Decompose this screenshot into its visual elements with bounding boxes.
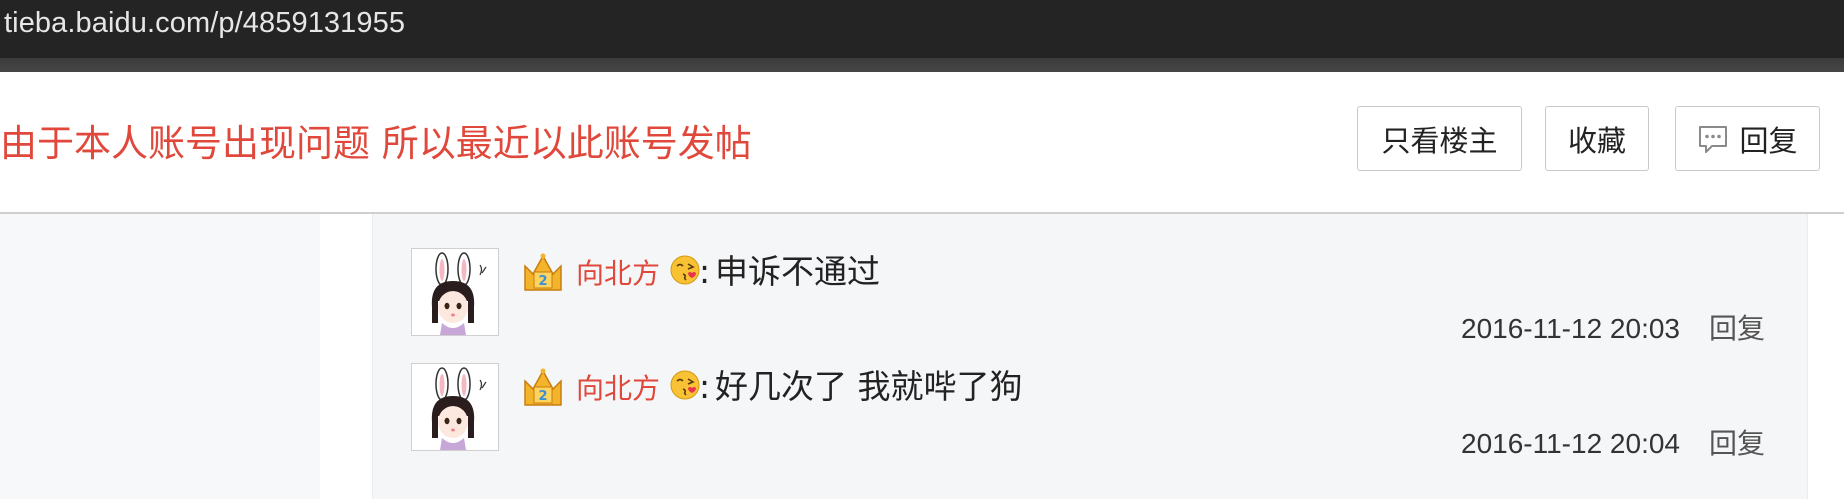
avatar[interactable] bbox=[411, 248, 499, 336]
svg-text:2: 2 bbox=[538, 389, 547, 404]
svg-text:2: 2 bbox=[538, 274, 547, 289]
bunny-girl-avatar-icon bbox=[412, 364, 498, 450]
thread-header: 由于本人账号出现问题 所以最近以此账号发帖 只看楼主 收藏 回复 bbox=[0, 72, 1844, 214]
colon-separator: : bbox=[699, 367, 711, 406]
reply-link[interactable]: 回复 bbox=[1709, 427, 1765, 461]
member-crown-badge-icon: 2 bbox=[524, 368, 562, 406]
only-op-button[interactable]: 只看楼主 bbox=[1357, 106, 1522, 171]
avatar[interactable] bbox=[411, 363, 499, 451]
comment-time: 2016-11-12 20:04 bbox=[1461, 428, 1680, 459]
comment-bubble-icon bbox=[1699, 125, 1728, 153]
bunny-girl-avatar-icon bbox=[412, 249, 498, 335]
url-text[interactable]: tieba.baidu.com/p/4859131955 bbox=[4, 7, 405, 40]
thread-title: 由于本人账号出现问题 所以最近以此账号发帖 bbox=[0, 122, 752, 165]
comment-text: 申诉不通过 bbox=[715, 252, 880, 291]
favorite-label: 收藏 bbox=[1567, 123, 1626, 158]
colon-separator: : bbox=[699, 252, 711, 291]
comment-text: 好几次了 我就哔了狗 bbox=[715, 367, 1023, 406]
member-crown-badge-icon: 2 bbox=[524, 253, 562, 291]
left-column bbox=[0, 214, 320, 499]
reply-button[interactable]: 回复 bbox=[1675, 106, 1820, 171]
sub-comment-list: 2 向北方 : 申诉不通过 2016-11-12 20:03 回复 2 向北方 … bbox=[372, 214, 1808, 499]
kiss-emoji-icon bbox=[670, 255, 700, 285]
browser-toolbar-divider bbox=[0, 58, 1844, 72]
sub-comment-item: 2 向北方 : 好几次了 我就哔了狗 2016-11-12 20:04 回复 bbox=[373, 329, 1807, 464]
reply-button-label: 回复 bbox=[1739, 123, 1798, 158]
browser-address-bar[interactable]: tieba.baidu.com/p/4859131955 bbox=[0, 0, 1844, 58]
kiss-emoji-icon bbox=[670, 370, 700, 400]
only-op-label: 只看楼主 bbox=[1381, 123, 1498, 158]
username-link[interactable]: 向北方 bbox=[576, 256, 660, 292]
favorite-button[interactable]: 收藏 bbox=[1545, 106, 1649, 171]
username-link[interactable]: 向北方 bbox=[576, 371, 660, 407]
